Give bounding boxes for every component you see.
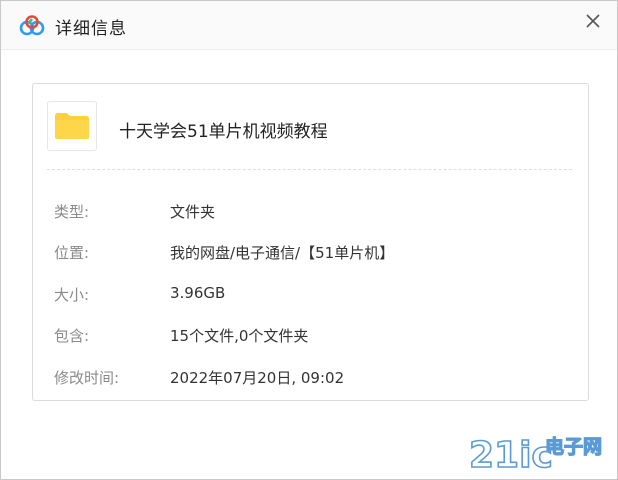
21ic-watermark-logo: 21ic 电子网 xyxy=(468,434,602,477)
folder-icon xyxy=(55,113,89,139)
divider xyxy=(47,169,572,170)
file-name: 十天学会51单片机视频教程 xyxy=(119,122,328,142)
modified-label: 修改时间: xyxy=(54,369,120,387)
location-value: 我的网盘/电子通信/【51单片机】 xyxy=(170,244,395,262)
size-label: 大小: xyxy=(54,286,90,304)
contains-value: 15个文件,0个文件夹 xyxy=(170,327,309,345)
modified-value: 2022年07月20日, 09:02 xyxy=(170,369,345,387)
title-bar: 详细信息 xyxy=(1,1,617,50)
location-label: 位置: xyxy=(54,244,90,262)
baidu-netdisk-logo-icon xyxy=(19,15,45,36)
folder-thumbnail xyxy=(47,101,97,151)
contains-label: 包含: xyxy=(54,327,90,345)
type-value: 文件夹 xyxy=(170,203,216,221)
close-icon xyxy=(586,14,600,28)
size-value: 3.96GB xyxy=(170,284,226,302)
close-button[interactable] xyxy=(579,7,607,35)
details-card: 十天学会51单片机视频教程 类型: 文件夹 位置: 我的网盘/电子通信/【51单… xyxy=(32,83,589,401)
svg-text:21ic: 21ic xyxy=(469,435,553,476)
details-dialog: 详细信息 十天学会51单片机视频教程 类型: 文件夹 位置: 我的网盘/电子通信… xyxy=(0,0,618,480)
dialog-title: 详细信息 xyxy=(55,19,127,39)
type-label: 类型: xyxy=(54,203,90,221)
svg-text:电子网: 电子网 xyxy=(545,435,602,458)
